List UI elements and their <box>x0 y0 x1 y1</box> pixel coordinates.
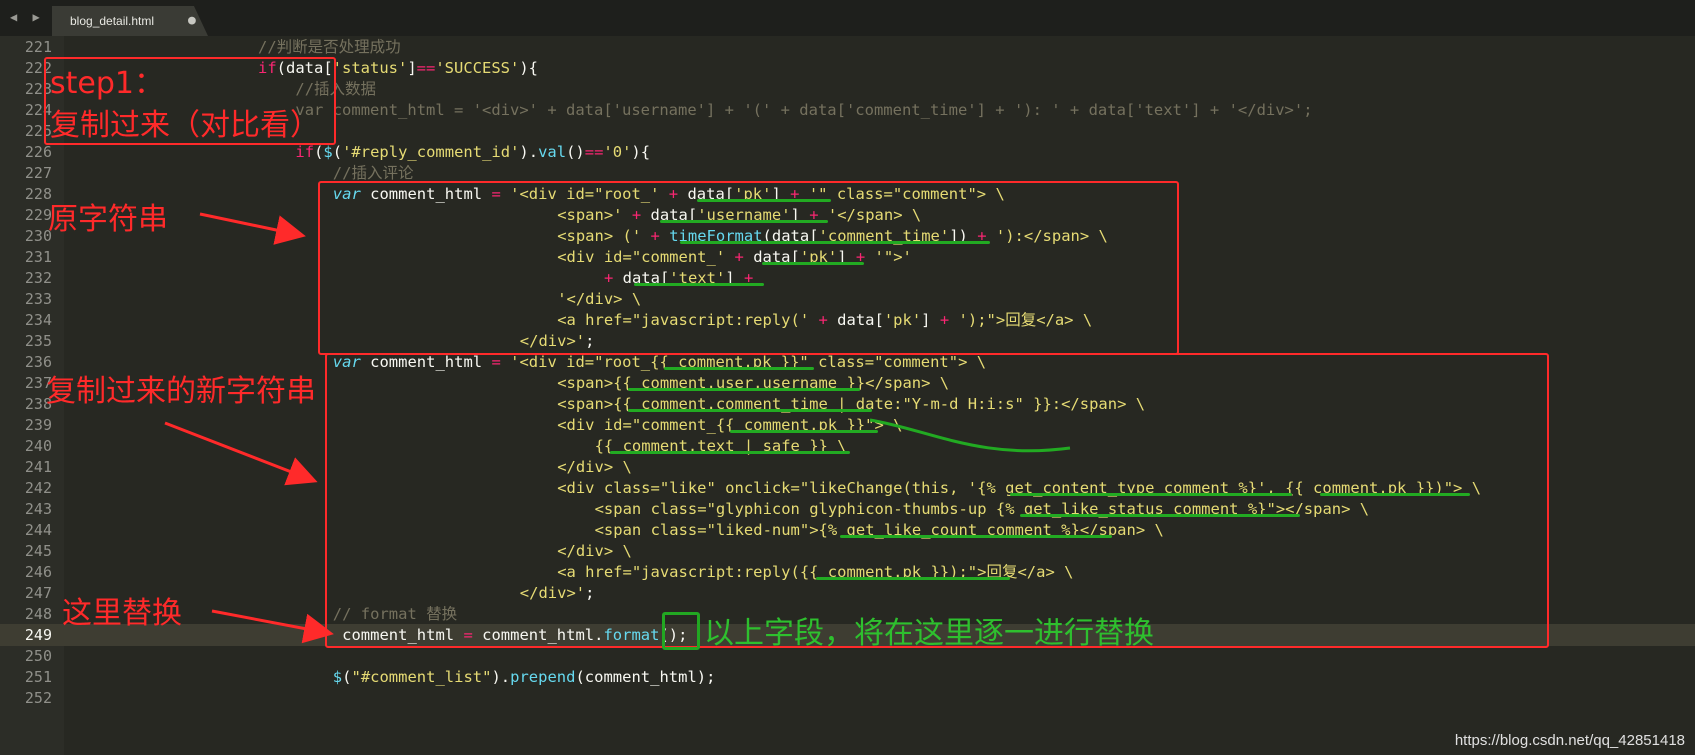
arrow-to-original <box>199 212 306 245</box>
annotation-arrows <box>164 212 1071 644</box>
arrow-to-copied <box>164 421 318 486</box>
arrow-to-format <box>211 609 334 644</box>
watermark: https://blog.csdn.net/qq_42851418 <box>1454 732 1685 749</box>
green-squiggle <box>869 418 1071 453</box>
